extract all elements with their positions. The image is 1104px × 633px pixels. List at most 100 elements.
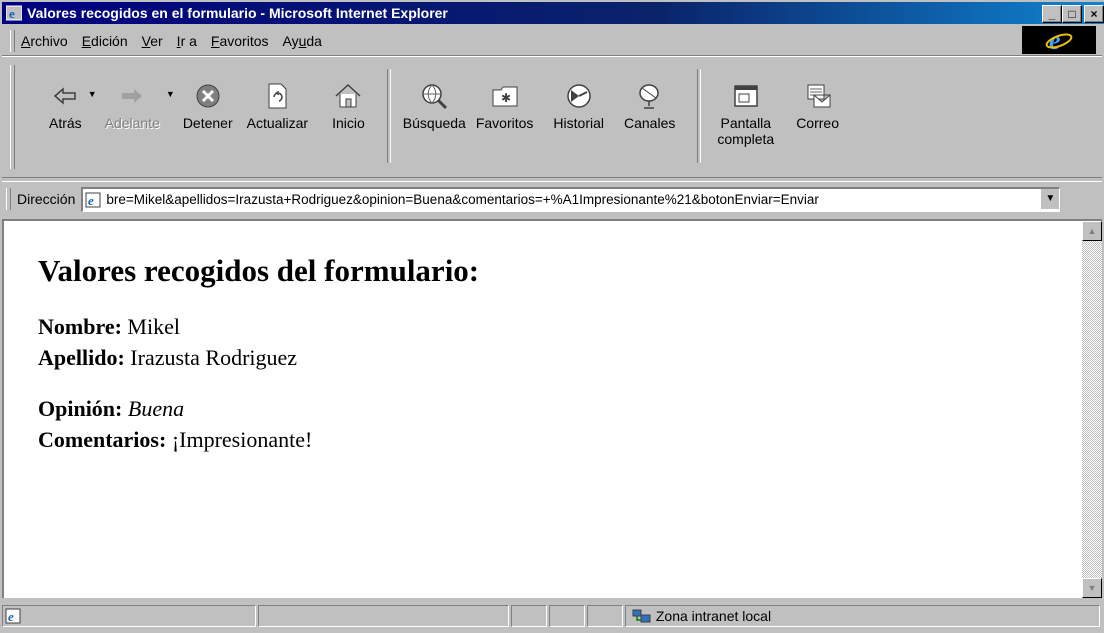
close-button[interactable]: × (1084, 5, 1104, 23)
status-bar: e Zona intranet local (2, 601, 1102, 631)
forward-label: Adelante (104, 115, 160, 131)
status-zone-pane: Zona intranet local (624, 605, 1100, 627)
addressbar-grip[interactable] (6, 188, 11, 210)
svg-text:e: e (88, 193, 94, 208)
zone-label: Zona intranet local (655, 608, 772, 624)
address-input[interactable]: e bre=Mikel&apellidos=Irazusta+Rodriguez… (81, 186, 1061, 212)
apellido-line: Apellido: Irazusta Rodriguez (38, 342, 479, 373)
nombre-line: Nombre: Mikel (38, 311, 479, 342)
comentarios-label: Comentarios: (38, 427, 167, 452)
intranet-zone-icon (632, 608, 652, 624)
address-bar: Dirección e bre=Mikel&apellidos=Irazusta… (2, 181, 1102, 216)
vertical-scrollbar[interactable]: ▲ ▼ (1082, 221, 1102, 598)
fullscreen-label-line2: completa (717, 131, 775, 147)
ie-throbber-logo: e (1022, 26, 1096, 54)
home-icon (333, 81, 363, 111)
back-dropdown-arrow[interactable]: ▼ (88, 89, 97, 99)
opinion-label: Opinión: (38, 396, 123, 421)
home-button[interactable]: Inicio (332, 57, 365, 131)
document-body: Valores recogidos del formulario: Nombre… (38, 251, 479, 455)
opinion-line: Opinión: Buena (38, 393, 479, 424)
page-heading: Valores recogidos del formulario: (38, 253, 480, 288)
status-main-pane: e (2, 605, 256, 627)
forward-dropdown-arrow[interactable]: ▼ (166, 89, 175, 99)
menu-ayuda[interactable]: Ayuda (283, 33, 322, 49)
menu-favoritos[interactable]: Favoritos (211, 33, 269, 49)
mail-icon (803, 81, 833, 111)
nombre-value: Mikel (127, 314, 180, 339)
refresh-label: Actualizar (246, 115, 309, 131)
home-label: Inicio (332, 115, 365, 131)
channels-label: Canales (624, 115, 676, 131)
arrow-down-icon: ▼ (1087, 583, 1097, 593)
chevron-down-icon: ▼ (1045, 193, 1056, 204)
history-button[interactable]: Historial (553, 57, 604, 131)
forward-arrow-icon (117, 81, 147, 111)
forward-button[interactable]: Adelante (105, 57, 160, 131)
ie-app-icon: e (5, 5, 23, 21)
toolbar-grip[interactable] (10, 65, 15, 169)
fullscreen-label-line1: Pantalla (720, 115, 772, 131)
mail-label: Correo (796, 115, 839, 131)
favorites-button[interactable]: ✱ Favoritos (475, 57, 534, 131)
toolbar-row: Atrás ▼ Adelante ▼ Detener Actualizar In… (2, 57, 1102, 178)
stop-label: Detener (182, 115, 233, 131)
favorites-folder-icon: ✱ (490, 81, 520, 111)
scroll-down-button[interactable]: ▼ (1082, 578, 1102, 598)
menu-ir-a[interactable]: Ir a (177, 33, 197, 49)
arrow-up-icon: ▲ (1087, 226, 1097, 236)
svg-text:e: e (9, 6, 15, 21)
history-label: Historial (553, 115, 604, 131)
ie-window: e Valores recogidos en el formulario - M… (0, 0, 1104, 633)
menubar-grip[interactable] (10, 29, 15, 52)
status-pane-small-1 (511, 605, 547, 627)
nombre-label: Nombre: (38, 314, 122, 339)
scroll-up-button[interactable]: ▲ (1082, 221, 1102, 241)
title-bar[interactable]: e Valores recogidos en el formulario - M… (2, 2, 1104, 24)
back-button[interactable]: Atrás (49, 57, 82, 131)
search-globe-icon (419, 81, 449, 111)
search-label: Búsqueda (402, 115, 466, 131)
standard-toolbar: Atrás ▼ Adelante ▼ Detener Actualizar In… (2, 57, 1102, 178)
address-url: bre=Mikel&apellidos=Irazusta+Rodriguez&o… (106, 192, 819, 207)
page-icon: e (85, 192, 103, 208)
mail-button[interactable]: Correo (796, 57, 839, 131)
status-pane-small-3 (586, 605, 623, 627)
stop-button[interactable]: Detener (183, 57, 233, 131)
menu-archivo[interactable]: Archivo (21, 33, 68, 49)
refresh-button[interactable]: Actualizar (247, 57, 308, 131)
toolbar-separator-2 (697, 69, 702, 163)
address-label: Dirección (17, 191, 76, 207)
refresh-icon (262, 81, 292, 111)
maximize-button[interactable]: □ (1062, 5, 1082, 23)
stop-icon (193, 81, 223, 111)
channels-satellite-icon (635, 81, 665, 111)
menu-ver[interactable]: Ver (142, 33, 163, 49)
search-button[interactable]: Búsqueda (403, 57, 466, 131)
toolbar-separator (386, 69, 391, 163)
minimize-button[interactable]: _ (1042, 5, 1062, 23)
history-sundial-icon (564, 81, 594, 111)
address-dropdown-button[interactable]: ▼ (1040, 188, 1060, 209)
back-arrow-icon (50, 81, 80, 111)
favorites-label: Favoritos (475, 115, 534, 131)
fullscreen-icon (731, 81, 761, 111)
page-status-icon: e (5, 608, 23, 624)
menu-bar: Archivo Edición Ver Ir a Favoritos Ayuda… (2, 26, 1102, 56)
comentarios-value: ¡Impresionante! (171, 427, 313, 452)
apellido-label: Apellido: (38, 345, 125, 370)
apellido-value: Irazusta Rodriguez (130, 345, 298, 370)
svg-text:e: e (8, 609, 14, 624)
status-progress-pane (257, 605, 510, 627)
back-label: Atrás (49, 115, 82, 131)
channels-button[interactable]: Canales (624, 57, 675, 131)
status-pane-small-2 (549, 605, 585, 627)
svg-text:✱: ✱ (501, 91, 511, 105)
window-title: Valores recogidos en el formulario - Mic… (27, 5, 448, 21)
fullscreen-button[interactable]: Pantalla completa (717, 57, 774, 147)
page-content: Valores recogidos del formulario: Nombre… (2, 219, 1102, 598)
comentarios-line: Comentarios: ¡Impresionante! (38, 424, 479, 455)
menu-edicion[interactable]: Edición (82, 33, 128, 49)
opinion-value: Buena (127, 396, 185, 421)
